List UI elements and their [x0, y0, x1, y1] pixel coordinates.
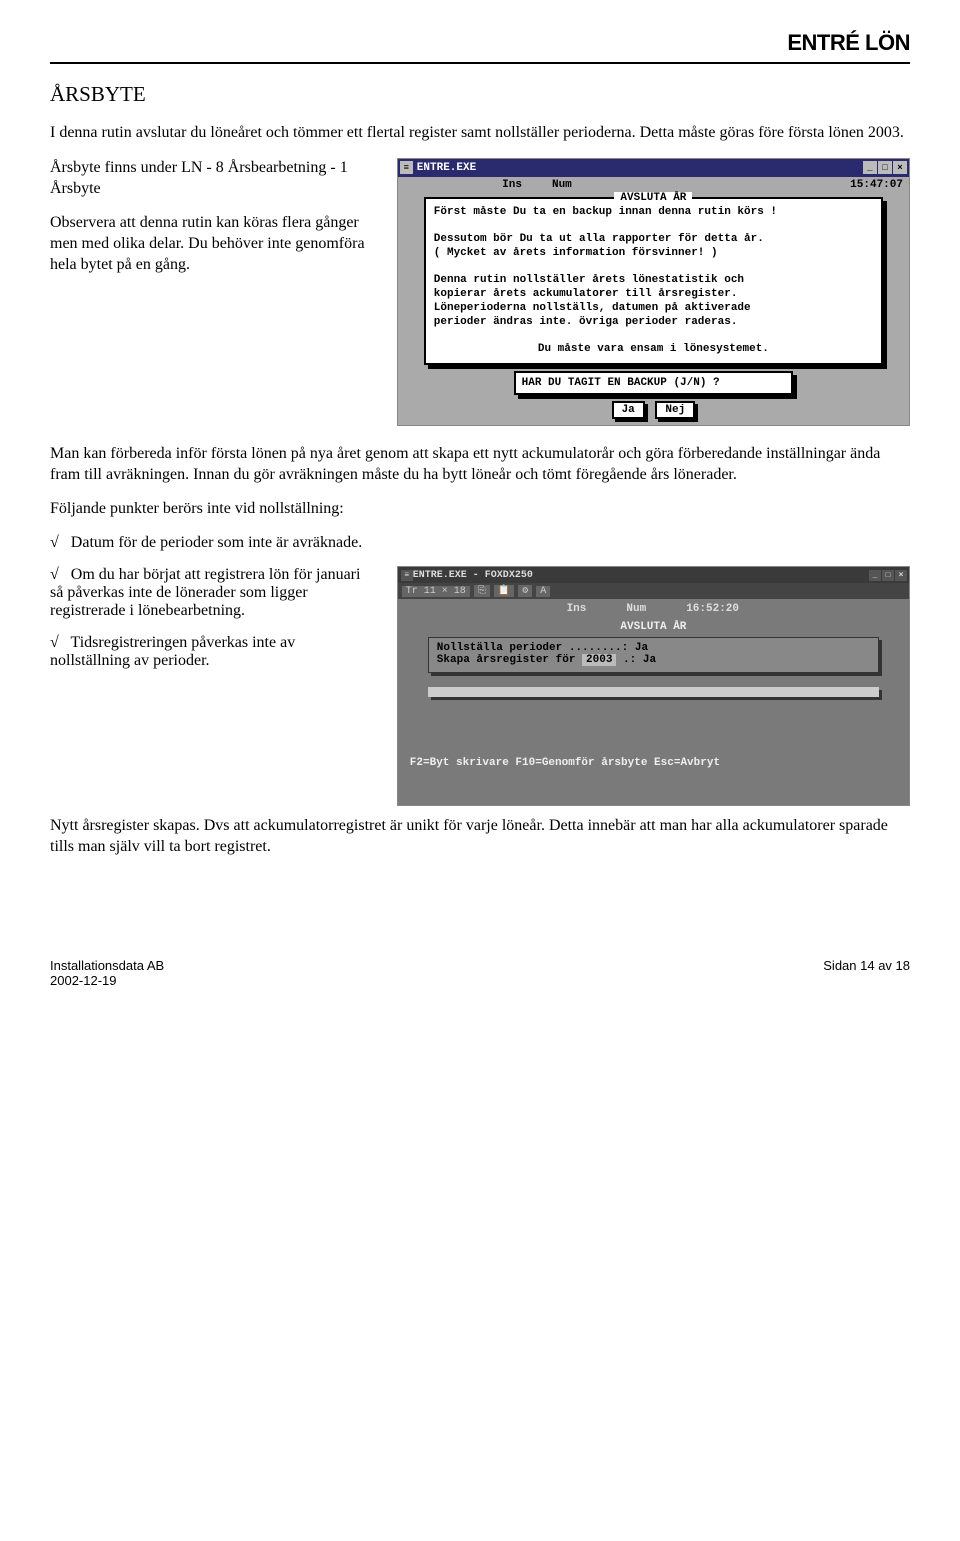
page-title: ÅRSBYTE [50, 82, 910, 107]
paragraph-4: Nytt årsregister skapas. Dvs att ackumul… [50, 816, 910, 858]
window-titlebar: ≡ ENTRE.EXE _ □ × [398, 159, 909, 177]
nej-button[interactable]: Nej [655, 401, 695, 419]
window2-title: ENTRE.EXE - FOXDX250 [413, 570, 868, 581]
window2-titlebar: ≡ ENTRE.EXE - FOXDX250 _ □ × [398, 567, 909, 583]
row1-label: Nollställa perioder ........: [437, 642, 628, 654]
close-button[interactable]: × [893, 161, 907, 174]
status2-num: Num [626, 603, 646, 615]
window-title: ENTRE.EXE [417, 162, 863, 174]
status2-ins: Ins [567, 603, 587, 615]
status2-time: 16:52:20 [686, 603, 739, 615]
row2-after: .: Ja [623, 654, 656, 666]
window2-toolbar: Tr 11 × 18 ⎘ 📋 ⚙ A [398, 583, 909, 599]
status-time: 15:47:07 [850, 179, 903, 191]
footer-date: 2002-12-19 [50, 973, 164, 988]
row2-label: Skapa årsregister för [437, 654, 576, 666]
copy-tool-icon[interactable]: ⎘ [474, 585, 490, 597]
bullet-3: Tidsregistreringen påverkas inte av noll… [50, 634, 377, 670]
paragraph-2: Man kan förbereda inför första lönen på … [50, 444, 910, 486]
status-num: Num [552, 179, 572, 191]
system-menu-icon[interactable]: ≡ [400, 161, 413, 174]
panel-line-3: ( Mycket av årets information försvinner… [434, 247, 873, 261]
backup-prompt-text: HAR DU TAGIT EN BACKUP (J/N) ? [522, 377, 720, 389]
font-selector[interactable]: Tr 11 × 18 [402, 586, 470, 597]
dialog-title: AVSLUTA ÅR [398, 621, 909, 633]
close-button-2[interactable]: × [895, 570, 907, 581]
panel-line-8: Du måste vara ensam i lönesystemet. [434, 343, 873, 357]
panel-line-7: perioder ändras inte. övriga perioder ra… [434, 316, 873, 330]
info-panel: AVSLUTA ÅR Först måste Du ta en backup i… [424, 197, 883, 365]
settings-tool-icon[interactable]: ⚙ [518, 585, 532, 597]
paste-tool-icon[interactable]: 📋 [494, 585, 514, 597]
panel-line-6: Löneperioderna nollställs, datumen på ak… [434, 302, 873, 316]
left-para-2: Observera att denna rutin kan köras fler… [50, 213, 377, 275]
maximize-button[interactable]: □ [878, 161, 892, 174]
footer-keys: F2=Byt skrivare F10=Genomför årsbyte Esc… [398, 697, 909, 775]
divider-top [50, 62, 910, 64]
page-footer: Installationsdata AB 2002-12-19 Sidan 14… [50, 958, 910, 988]
maximize-button-2[interactable]: □ [882, 570, 894, 581]
screenshot-avsluta-ar-2: ≡ ENTRE.EXE - FOXDX250 _ □ × Tr 11 × 18 … [397, 566, 910, 806]
footer-company: Installationsdata AB [50, 958, 164, 973]
panel-line-4: Denna rutin nollställer årets lönestatis… [434, 274, 873, 288]
screenshot-avsluta-ar-1: ≡ ENTRE.EXE _ □ × Ins Num 15:47:07 [397, 158, 910, 426]
panel-line-2: Dessutom bör Du ta ut alla rapporter för… [434, 233, 873, 247]
panel-line-1: Först måste Du ta en backup innan denna … [434, 206, 873, 220]
bullet-1: Datum för de perioder som inte är avräkn… [50, 534, 910, 552]
system-menu-icon-2[interactable]: ≡ [401, 570, 413, 581]
bullet-2: Om du har börjat att registrera lön för … [50, 566, 377, 620]
row2-year-field[interactable]: 2003 [582, 654, 616, 666]
font-a-button[interactable]: A [536, 586, 550, 597]
intro-paragraph: I denna rutin avslutar du löneåret och t… [50, 123, 910, 144]
ja-button[interactable]: Ja [612, 401, 645, 419]
minimize-button[interactable]: _ [863, 161, 877, 174]
status-ins: Ins [502, 179, 522, 191]
panel-title: AVSLUTA ÅR [614, 192, 692, 204]
row1-value: Ja [635, 642, 648, 654]
paragraph-3-intro: Följande punkter berörs inte vid nollstä… [50, 499, 910, 520]
panel-line-5: kopierar årets ackumulatorer till årsreg… [434, 288, 873, 302]
empty-panel [428, 687, 879, 697]
left-para-1: Årsbyte finns under LN - 8 Årsbearbetnin… [50, 158, 377, 200]
minimize-button-2[interactable]: _ [869, 570, 881, 581]
status-line: Ins Num 15:47:07 [398, 177, 909, 193]
dialog-panel: Nollställa perioder ........: Ja Skapa å… [428, 637, 879, 673]
brand-header: ENTRÉ LÖN [50, 30, 910, 56]
backup-prompt-panel: HAR DU TAGIT EN BACKUP (J/N) ? [514, 371, 794, 395]
footer-pagenum: Sidan 14 av 18 [823, 958, 910, 988]
